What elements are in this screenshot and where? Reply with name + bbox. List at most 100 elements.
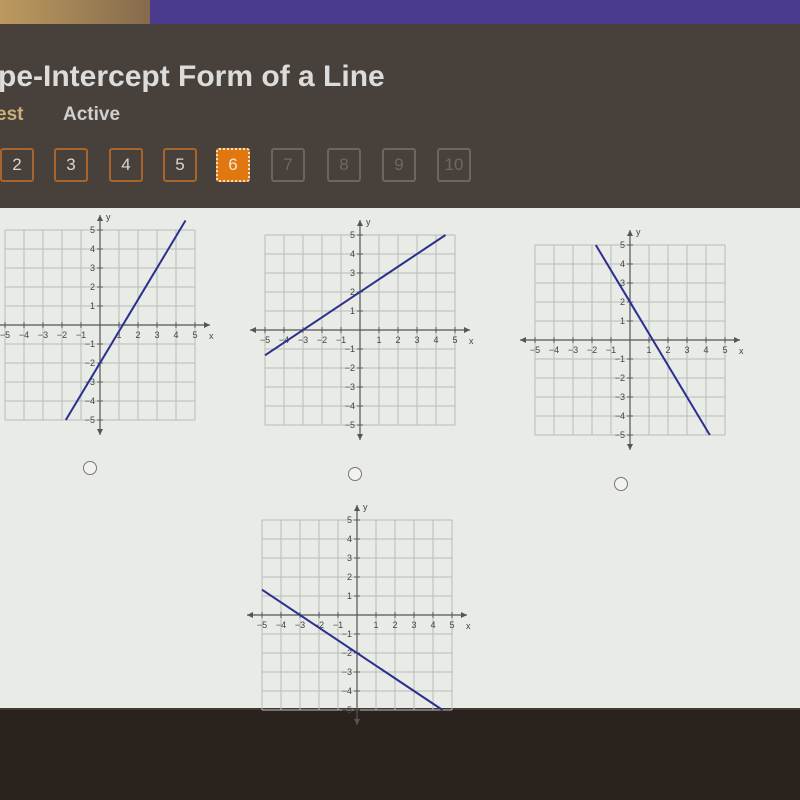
y-tick-label: −4	[85, 396, 95, 406]
graph-option-b: −5 −5 −4 −4 −3 −3 −2 −2 −1 −1 1 1 2 2 3 3 4 4 5 5 x y	[240, 210, 480, 465]
x-tick-label: −2	[57, 330, 67, 340]
graph-option-c: −5 −5 −4 −4 −3 −3 −2 −2 −1 −1 1 1 2 2 3 3 4 4 5 5 x y	[510, 220, 750, 475]
x-tick-label: 2	[395, 335, 400, 345]
y-axis-label: y	[363, 502, 368, 512]
y-axis-arrow-down	[97, 429, 103, 435]
x-tick-label: 2	[135, 330, 140, 340]
x-tick-label: 5	[722, 345, 727, 355]
x-tick-label: −5	[530, 345, 540, 355]
y-tick-label: −2	[345, 363, 355, 373]
y-tick-label: 1	[350, 306, 355, 316]
y-tick-label: −1	[345, 344, 355, 354]
x-tick-label: 1	[373, 620, 378, 630]
y-axis-arrow-down	[357, 434, 363, 440]
plotted-line	[261, 588, 444, 711]
x-tick-label: 3	[411, 620, 416, 630]
coordinate-plane: −5−5−4−4−3−3−2−2−1−11122334455xy	[520, 227, 744, 450]
x-axis-label: x	[209, 331, 214, 341]
y-axis-arrow-up	[97, 215, 103, 221]
coordinate-plane: −5−5−4−4−3−3−2−2−1−11122334455xy	[247, 502, 471, 725]
page-button-2[interactable]: 2	[0, 148, 34, 182]
y-axis-arrow-down	[354, 719, 360, 725]
x-tick-label: −3	[568, 345, 578, 355]
x-tick-label: −3	[295, 620, 305, 630]
y-tick-label: 2	[347, 572, 352, 582]
x-tick-label: 1	[646, 345, 651, 355]
x-tick-label: 4	[433, 335, 438, 345]
coordinate-plane: −5−5−4−4−3−3−2−2−1−11122334455xy	[0, 212, 214, 435]
radio-option-b[interactable]	[348, 467, 362, 481]
y-tick-label: −1	[615, 354, 625, 364]
y-tick-label: 3	[347, 553, 352, 563]
graph-option-d: −5 −5 −4 −4 −3 −3 −2 −2 −1 −1 1 1 2 2 3 3 4 4 5 5 x y	[237, 495, 477, 750]
tab-test[interactable]: est	[0, 104, 23, 126]
plotted-line	[64, 219, 187, 421]
x-axis-label: x	[469, 336, 474, 346]
page-title: pe-Intercept Form of a Line	[0, 60, 385, 93]
radio-option-c[interactable]	[614, 477, 628, 491]
x-axis-arrow-left	[247, 612, 253, 618]
x-tick-label: −5	[0, 330, 10, 340]
tab-active[interactable]: Active	[63, 104, 120, 126]
page-button-7: 7	[271, 148, 305, 182]
x-axis-arrow-right	[461, 612, 467, 618]
x-axis-label: x	[466, 621, 471, 631]
y-tick-label: 4	[347, 534, 352, 544]
x-tick-label: 5	[452, 335, 457, 345]
y-tick-label: 5	[620, 240, 625, 250]
x-axis-arrow-right	[734, 337, 740, 343]
y-tick-label: 1	[347, 591, 352, 601]
y-tick-label: −1	[342, 629, 352, 639]
x-tick-label: 1	[376, 335, 381, 345]
x-axis-arrow-left	[520, 337, 526, 343]
graph-option-a: −5 −5 −4 −4 −3 −3 −2 −2 −1 −1 1 1 2 2 3 3 4 4 5 5 x y	[0, 205, 220, 460]
y-tick-label: −2	[85, 358, 95, 368]
radio-option-a[interactable]	[83, 461, 97, 475]
y-tick-label: 4	[350, 249, 355, 259]
x-tick-label: 2	[392, 620, 397, 630]
x-tick-label: 4	[703, 345, 708, 355]
x-tick-label: −4	[549, 345, 559, 355]
y-tick-label: −3	[342, 667, 352, 677]
y-tick-label: 1	[90, 301, 95, 311]
page-button-9: 9	[382, 148, 416, 182]
y-tick-label: 1	[620, 316, 625, 326]
y-tick-label: 5	[350, 230, 355, 240]
y-tick-label: 3	[350, 268, 355, 278]
x-tick-label: −3	[298, 335, 308, 345]
x-tick-label: 3	[414, 335, 419, 345]
x-tick-label: 2	[665, 345, 670, 355]
y-tick-label: −5	[342, 705, 352, 715]
y-tick-label: 3	[90, 263, 95, 273]
y-tick-label: −4	[342, 686, 352, 696]
y-axis-label: y	[366, 217, 371, 227]
y-tick-label: −3	[345, 382, 355, 392]
page-button-6[interactable]: 6	[216, 148, 250, 182]
y-tick-label: 5	[90, 225, 95, 235]
y-axis-arrow-up	[627, 230, 633, 236]
x-tick-label: −3	[38, 330, 48, 340]
y-axis-label: y	[636, 227, 641, 237]
y-tick-label: 2	[620, 297, 625, 307]
y-tick-label: −4	[345, 401, 355, 411]
y-tick-label: −1	[85, 339, 95, 349]
y-tick-label: 4	[620, 259, 625, 269]
y-tick-label: 5	[347, 515, 352, 525]
x-axis-arrow-right	[464, 327, 470, 333]
page-button-5[interactable]: 5	[163, 148, 197, 182]
x-axis-label: x	[739, 346, 744, 356]
x-tick-label: 4	[430, 620, 435, 630]
y-tick-label: −2	[615, 373, 625, 383]
y-tick-label: −4	[615, 411, 625, 421]
y-tick-label: −5	[85, 415, 95, 425]
coordinate-plane: −5−5−4−4−3−3−2−2−1−11122334455xy	[250, 217, 474, 440]
page-button-8: 8	[327, 148, 361, 182]
page-button-4[interactable]: 4	[109, 148, 143, 182]
x-tick-label: −2	[317, 335, 327, 345]
x-tick-label: −2	[587, 345, 597, 355]
page-button-10: 10	[437, 148, 471, 182]
y-tick-label: −5	[345, 420, 355, 430]
x-tick-label: −5	[260, 335, 270, 345]
page-button-3[interactable]: 3	[54, 148, 88, 182]
x-axis-arrow-left	[250, 327, 256, 333]
